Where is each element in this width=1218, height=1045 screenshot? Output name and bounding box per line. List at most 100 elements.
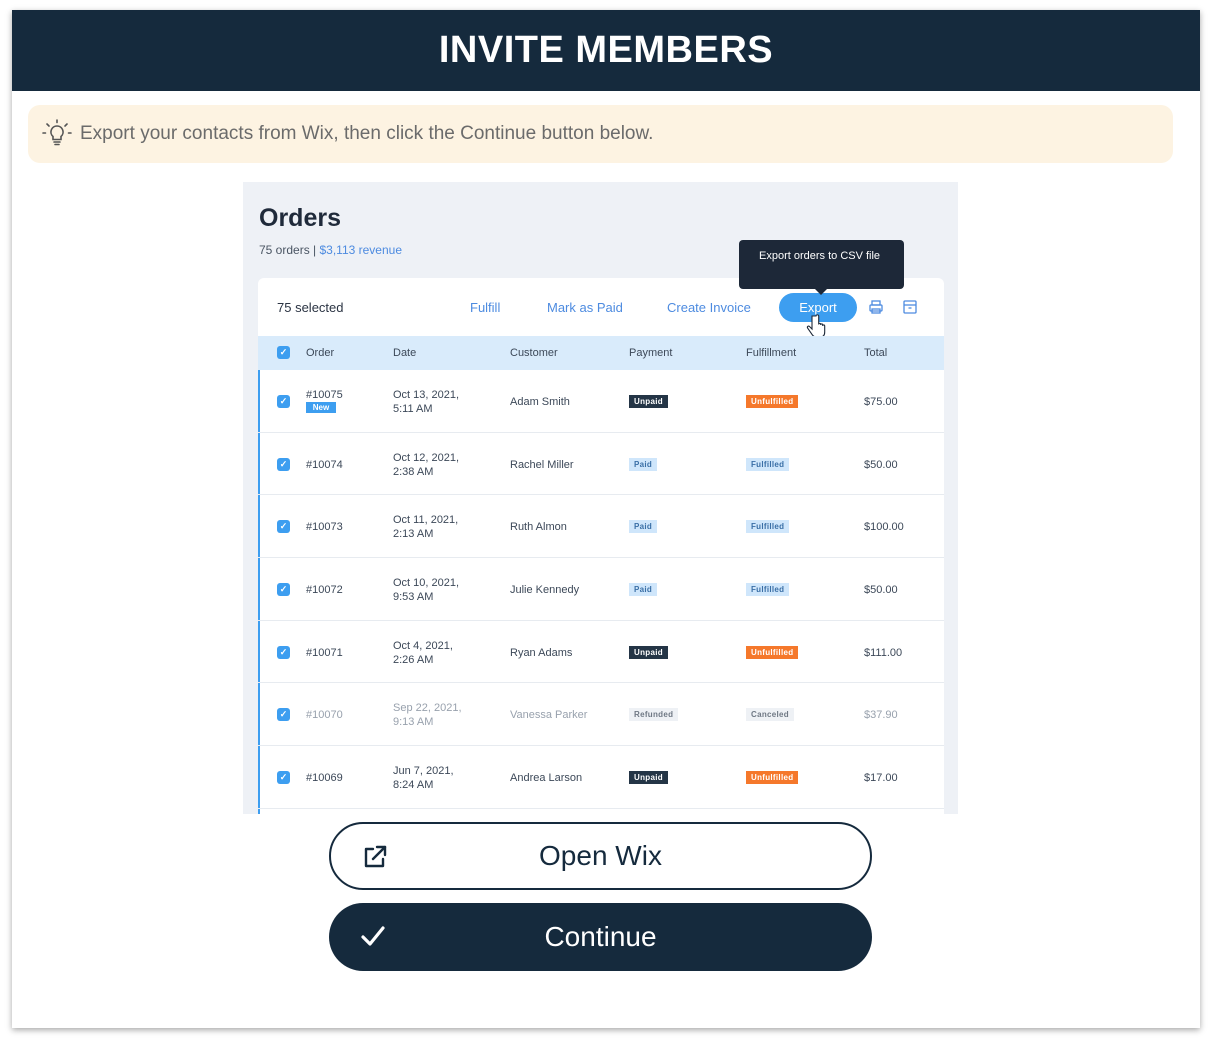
new-badge: New [306,402,336,413]
orders-screenshot: Orders 75 orders | $3,113 revenue 75 sel… [243,182,958,814]
hint-banner: Export your contacts from Wix, then clic… [28,105,1173,163]
time-line: 9:53 AM [393,591,434,604]
table-row[interactable]: ✓ #10069 Jun 7, 2021, 8:24 AM Andrea Lars… [258,746,944,809]
header-bar: INVITE MEMBERS [12,10,1200,91]
order-date: Oct 12, 2021, 2:38 AM [393,451,459,479]
orders-count: 75 orders | [259,243,320,257]
external-link-icon [364,845,387,868]
fulfillment-status-badge: Canceled [746,708,794,722]
row-checkbox[interactable]: ✓ [277,645,290,659]
table-row[interactable]: ✓ #10071 Oct 4, 2021, 2:26 AM Ryan Adams … [258,621,944,684]
order-total: $100.00 [864,521,904,534]
continue-label: Continue [544,921,657,952]
table-header: ✓ Order Date Customer Payment Fulfillmen… [258,336,944,370]
hint-text: Export your contacts from Wix, then clic… [80,123,654,144]
order-total: $50.00 [864,584,898,597]
table-row[interactable]: ✓ #10072 Oct 10, 2021, 9:53 AM Julie Kenn… [258,558,944,621]
open-wix-button[interactable]: Open Wix [329,822,872,890]
fulfillment-status-badge: Unfulfilled [746,395,799,408]
date-line: Oct 4, 2021, [393,639,453,652]
payment-status-badge: Unpaid [629,395,668,408]
order-number: #10073 [306,521,343,534]
row-checkbox[interactable]: ✓ [277,771,290,785]
order-date: Oct 13, 2021, 5:11 AM [393,388,459,416]
fulfillment-status-badge: Unfulfilled [746,645,799,659]
order-total: $111.00 [864,646,903,659]
order-number: #10072 [306,584,343,597]
order-number: #10070 [306,709,343,722]
revenue-link[interactable]: $3,113 revenue [319,243,402,257]
row-checkbox[interactable]: ✓ [277,395,290,408]
order-total: $50.00 [864,458,898,471]
order-total: $17.00 [864,772,898,785]
continue-button[interactable]: Continue [329,903,872,971]
table-row[interactable]: ✓ #10075 New Oct 13, 2021, 5:11 AM Adam Sm… [258,370,944,433]
customer-name: Julie Kennedy [510,584,580,597]
customer-name: Rachel Miller [510,458,574,471]
selected-count: 75 selected [277,300,344,315]
time-line: 2:26 AM [393,653,434,666]
order-number: #10069 [306,772,343,785]
row-checkbox[interactable]: ✓ [277,583,290,597]
row-checkbox[interactable]: ✓ [277,520,290,534]
payment-status-badge: Refunded [629,708,679,722]
orders-table-body: ✓ #10075 New Oct 13, 2021, 5:11 AM Adam Sm… [258,370,944,809]
order-date: Oct 11, 2021, 2:13 AM [393,513,458,541]
fulfillment-status-badge: Fulfilled [746,457,790,471]
order-date: Jun 7, 2021, 8:24 AM [393,764,454,792]
date-line: Oct 11, 2021, [393,514,459,527]
order-number: #10074 [306,458,343,471]
table-row[interactable]: ✓ #10074 Oct 12, 2021, 2:38 AM Rachel Mil… [258,433,944,496]
table-row[interactable]: ✓ #10073 Oct 11, 2021, 2:13 AM Ruth Almon… [258,495,944,559]
row-checkbox[interactable]: ✓ [277,708,290,722]
payment-status-badge: Unpaid [629,645,668,659]
date-line: Jun 7, 2021, [393,765,454,778]
date-line: Oct 13, 2021, [393,389,460,401]
col-fulfillment[interactable]: Fulfillment [746,347,796,359]
fulfillment-status-badge: Fulfilled [746,520,790,534]
time-line: 8:24 AM [393,779,434,792]
payment-status-badge: Paid [629,457,658,471]
fulfill-link[interactable]: Fulfill [470,300,500,315]
orders-title: Orders [259,204,341,232]
order-date: Sep 22, 2021, 9:13 AM [393,701,462,729]
date-line: Oct 10, 2021, [393,577,460,590]
order-number: #10075 New [306,389,343,413]
date-line: Sep 22, 2021, [393,702,462,715]
payment-status-badge: Paid [629,520,658,534]
print-icon[interactable] [868,299,884,315]
export-tooltip: Export orders to CSV file [739,240,904,295]
order-total: $75.00 [864,396,898,408]
row-checkbox[interactable]: ✓ [277,457,290,471]
payment-status-badge: Paid [629,583,658,597]
select-all-checkbox[interactable]: ✓ [277,346,290,359]
col-order[interactable]: Order [306,347,334,359]
col-payment[interactable]: Payment [629,347,672,359]
col-customer[interactable]: Customer [510,347,558,359]
col-date[interactable]: Date [393,347,416,359]
customer-name: Ryan Adams [510,646,573,659]
order-date: Oct 4, 2021, 2:26 AM [393,639,453,667]
mark-paid-link[interactable]: Mark as Paid [547,300,623,315]
page-title: INVITE MEMBERS [438,29,774,71]
time-line: 2:38 AM [393,465,434,478]
open-wix-label: Open Wix [539,840,662,871]
archive-icon[interactable] [902,299,918,315]
time-line: 5:11 AM [393,403,433,415]
customer-name: Vanessa Parker [510,709,588,722]
payment-status-badge: Unpaid [629,771,668,785]
table-row[interactable]: ✓ #10070 Sep 22, 2021, 9:13 AM Vanessa Pa… [258,683,944,747]
order-date: Oct 10, 2021, 9:53 AM [393,576,459,604]
fulfillment-status-badge: Fulfilled [746,583,790,597]
col-total[interactable]: Total [864,347,887,359]
checkmark-icon [361,926,385,946]
orders-summary: 75 orders | $3,113 revenue [259,243,402,257]
fulfillment-status-badge: Unfulfilled [746,771,799,785]
invite-members-card: INVITE MEMBERS Export your contacts from… [12,10,1200,1028]
order-id: #10075 [306,389,343,401]
customer-name: Ruth Almon [510,521,567,534]
time-line: 9:13 AM [393,716,434,729]
customer-name: Adam Smith [510,396,570,408]
create-invoice-link[interactable]: Create Invoice [667,300,751,315]
order-number: #10071 [306,646,343,659]
